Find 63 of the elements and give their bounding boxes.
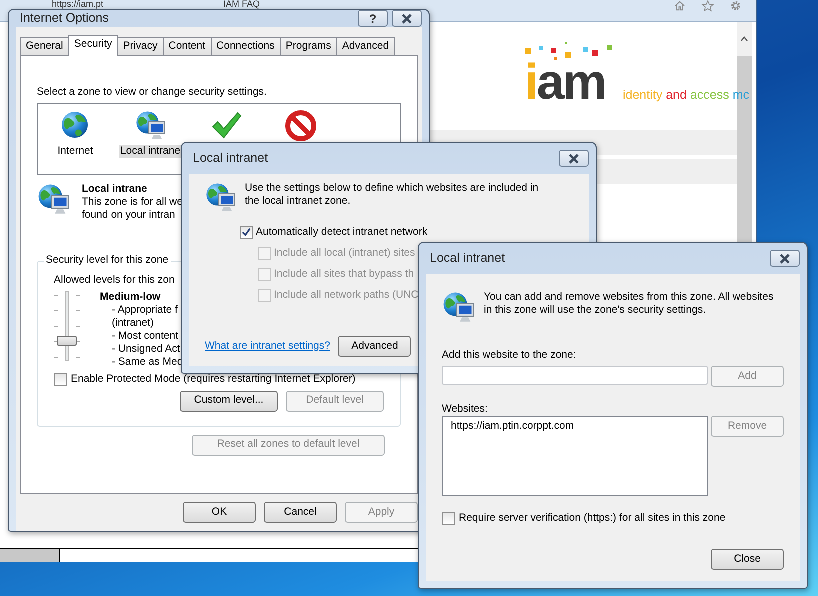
scroll-up-icon[interactable] [739,35,750,43]
field-label: Websites: [442,403,489,416]
logo-dots-icon [525,42,613,60]
no-entry-icon[interactable] [284,110,316,142]
checkbox-label: Include all network paths (UNC [274,288,419,302]
browser-tab[interactable]: https://iam.pt [52,0,104,9]
zone-item[interactable]: Local intrane [119,145,182,158]
list-item[interactable]: https://iam.ptin.corppt.com [451,420,699,434]
close-dialog-button[interactable]: Close [711,549,784,570]
description-text: You can add and remove websites from this zone. All websites in this zone will use the zone's security settings. [484,291,775,318]
tab[interactable]: Connections [210,37,281,55]
close-icon [400,14,414,24]
group-label: Security level for this zone [44,254,171,267]
checkbox-label: Require server verification (https:) for all sites in this zone [459,512,726,526]
level-detail: - Most content [112,330,180,344]
advanced-button[interactable]: Advanced [338,336,412,357]
checkbox[interactable] [240,226,253,239]
close-icon [778,254,792,264]
dialog-button[interactable]: OK [183,502,256,523]
help-link[interactable]: What are intranet settings? [205,340,330,354]
tab[interactable]: Privacy [117,37,164,55]
checkbox-label: Include all sites that bypass th [274,268,414,282]
logo-wordmark: iam [525,60,606,104]
dialog-button[interactable]: Cancel [264,502,337,523]
globe-monitor-icon [205,182,237,214]
close-button[interactable] [392,10,422,27]
logo-tagline: identity and access mc [623,88,750,104]
close-icon [567,154,581,164]
zone-item[interactable]: Internet [56,145,94,158]
tab[interactable]: Programs [280,37,338,55]
field-label: Add this website to the zone: [442,349,578,362]
window-title: Local intranet [193,150,268,166]
description-text: Use the settings below to define which websites are included in the local intranet zone. [245,182,540,210]
window-title: Local intranet [430,250,506,266]
allowed-levels-label: Allowed levels for this zon [54,274,175,287]
zone-title: Local intrane [82,183,148,196]
window-title: Internet Options [20,10,109,26]
zone-prompt: Select a zone to view or change security settings. [37,86,268,100]
close-button[interactable] [770,250,800,267]
help-button[interactable]: ? [358,10,388,27]
input-field[interactable] [442,366,708,386]
level-slider[interactable] [54,290,80,361]
browser-tab[interactable]: IAM FAQ [224,0,260,9]
level-detail: - Unsigned Act [112,343,182,356]
checkbox[interactable] [54,373,67,386]
level-detail: - Appropriate f [112,304,179,317]
checkbox-label: Automatically detect intranet network [256,226,428,240]
tab[interactable]: Content [162,37,212,55]
tab[interactable]: Security [68,35,118,56]
slider-thumb[interactable] [57,336,77,346]
zone-description: found on your intran [82,209,176,222]
tab[interactable]: General [20,37,70,55]
level-button[interactable]: Custom level... [180,390,278,412]
checkbox-label: Include all local (intranet) sites [274,246,416,260]
website-list[interactable]: https://iam.ptin.corppt.com [442,416,708,496]
checkbox[interactable] [442,512,455,526]
star-icon[interactable] [700,0,716,12]
close-button[interactable] [559,150,589,167]
tab[interactable]: Advanced [336,37,396,55]
level-detail: (intranet) [112,316,156,330]
globe-monitor-icon [442,291,476,325]
checkbox-label: Enable Protected Mode (requires restarting Internet Explorer) [71,373,356,386]
level-name: Medium-low [100,290,162,304]
